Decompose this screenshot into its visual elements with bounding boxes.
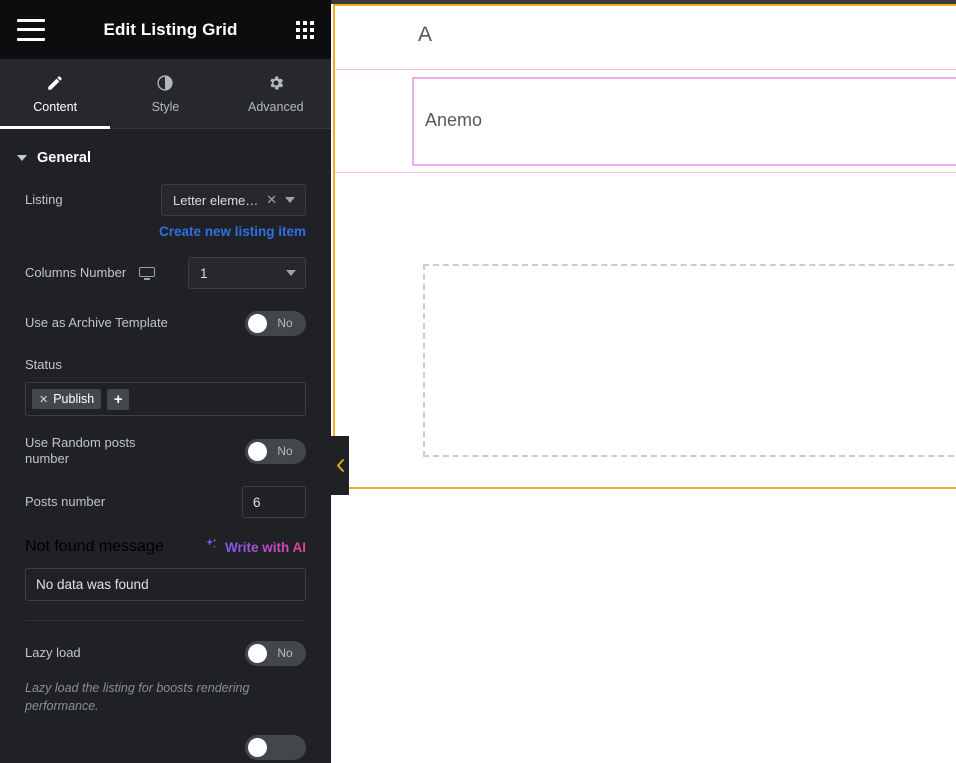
status-add-button[interactable]: + (107, 388, 130, 410)
listing-label: Listing (25, 192, 63, 207)
control-use-random-posts-number: Use Random posts number No (25, 435, 306, 467)
columns-number-label: Columns Number (25, 265, 127, 280)
status-chip-publish[interactable]: ✕ Publish (32, 389, 102, 409)
elementor-editor-window: Edit Listing Grid Content Style Advanced… (0, 0, 956, 763)
posts-number-input[interactable] (242, 486, 306, 518)
posts-number-label: Posts number (25, 494, 106, 509)
panel-header: Edit Listing Grid (0, 0, 331, 59)
panel-collapse-handle[interactable] (331, 436, 349, 495)
apps-grid-icon[interactable] (295, 20, 314, 39)
status-label: Status (25, 357, 62, 372)
page-title: Edit Listing Grid (103, 19, 238, 39)
desktop-monitor-icon[interactable] (139, 266, 156, 280)
divider (25, 620, 306, 621)
section-general-header[interactable]: General (0, 129, 331, 184)
tab-content-label: Content (33, 100, 78, 114)
use-as-archive-template-value: No (277, 316, 293, 330)
tab-content[interactable]: Content (0, 59, 111, 129)
control-listing: Listing Letter eleme… ✕ (25, 184, 306, 216)
gear-icon (266, 73, 286, 93)
write-with-ai-button[interactable]: Write with AI (204, 537, 306, 557)
caret-down-icon (17, 155, 27, 161)
chevron-down-icon (286, 270, 296, 276)
toggle-knob (248, 313, 267, 333)
columns-number-label-group: Columns Number (25, 265, 156, 281)
close-x-icon[interactable]: ✕ (39, 393, 48, 406)
lazy-load-toggle[interactable]: No (245, 640, 306, 666)
use-as-archive-template-toggle[interactable]: No (245, 310, 306, 336)
control-columns-number: Columns Number 1 (25, 257, 306, 289)
use-random-posts-number-value: No (277, 444, 293, 458)
empty-placeholder-box[interactable] (423, 264, 956, 457)
columns-number-value: 1 (200, 265, 208, 281)
use-as-archive-template-label: Use as Archive Template (25, 315, 168, 330)
listing-item-card[interactable]: Anemo (412, 77, 956, 166)
control-next-partial (25, 732, 306, 762)
lazy-load-helper-text: Lazy load the listing for boosts renderi… (25, 681, 250, 713)
use-random-posts-number-label: Use Random posts number (25, 435, 136, 466)
listing-item-title: Anemo (425, 110, 483, 130)
create-new-listing-item-link[interactable]: Create new listing item (159, 224, 306, 239)
toggle-knob (248, 441, 267, 461)
close-x-icon[interactable]: ✕ (266, 192, 277, 208)
control-not-found-message-header: Not found message Write with AI (25, 537, 306, 557)
contrast-circle-icon (155, 73, 175, 93)
lazy-load-value: No (277, 646, 293, 660)
listing-select-value: Letter eleme… (173, 192, 259, 208)
section-general-body: Listing Letter eleme… ✕ Create new listi… (0, 184, 331, 762)
toggle-knob (248, 737, 267, 757)
status-field[interactable]: ✕ Publish + (25, 382, 306, 416)
not-found-message-input[interactable] (25, 568, 306, 601)
panel-tabs: Content Style Advanced (0, 59, 331, 129)
tab-style-label: Style (151, 100, 180, 114)
heading-text: A (418, 23, 433, 46)
section-general-title: General (37, 150, 91, 166)
listing-grid-widget[interactable]: Anemo (335, 71, 956, 173)
status-chip-label: Publish (53, 392, 95, 406)
control-posts-number: Posts number (25, 486, 306, 518)
panel-body: General Listing Letter eleme… ✕ Create n… (0, 129, 331, 763)
sparkles-icon (204, 537, 219, 557)
lazy-load-label: Lazy load (25, 645, 81, 660)
tab-style[interactable]: Style (110, 59, 220, 128)
chevron-left-icon (336, 459, 344, 472)
control-lazy-load: Lazy load No (25, 638, 306, 668)
use-random-posts-number-toggle[interactable]: No (245, 438, 306, 464)
not-found-message-label: Not found message (25, 538, 164, 555)
chevron-down-icon (285, 197, 296, 203)
columns-number-select[interactable]: 1 (188, 257, 306, 289)
create-listing-row: Create new listing item (25, 224, 306, 239)
preview-canvas: A Anemo (331, 0, 956, 763)
listing-select[interactable]: Letter eleme… ✕ (161, 184, 306, 216)
editor-panel: Edit Listing Grid Content Style Advanced… (0, 0, 331, 763)
tab-advanced[interactable]: Advanced (221, 59, 331, 128)
write-with-ai-label: Write with AI (225, 539, 306, 555)
heading-widget[interactable]: A (335, 6, 956, 70)
tab-advanced-label: Advanced (248, 100, 304, 114)
pencil-icon (45, 73, 65, 93)
control-use-as-archive-template: Use as Archive Template No (25, 308, 306, 338)
hamburger-menu-icon[interactable] (17, 18, 45, 41)
next-control-toggle[interactable] (245, 734, 306, 760)
toggle-knob (248, 643, 267, 663)
